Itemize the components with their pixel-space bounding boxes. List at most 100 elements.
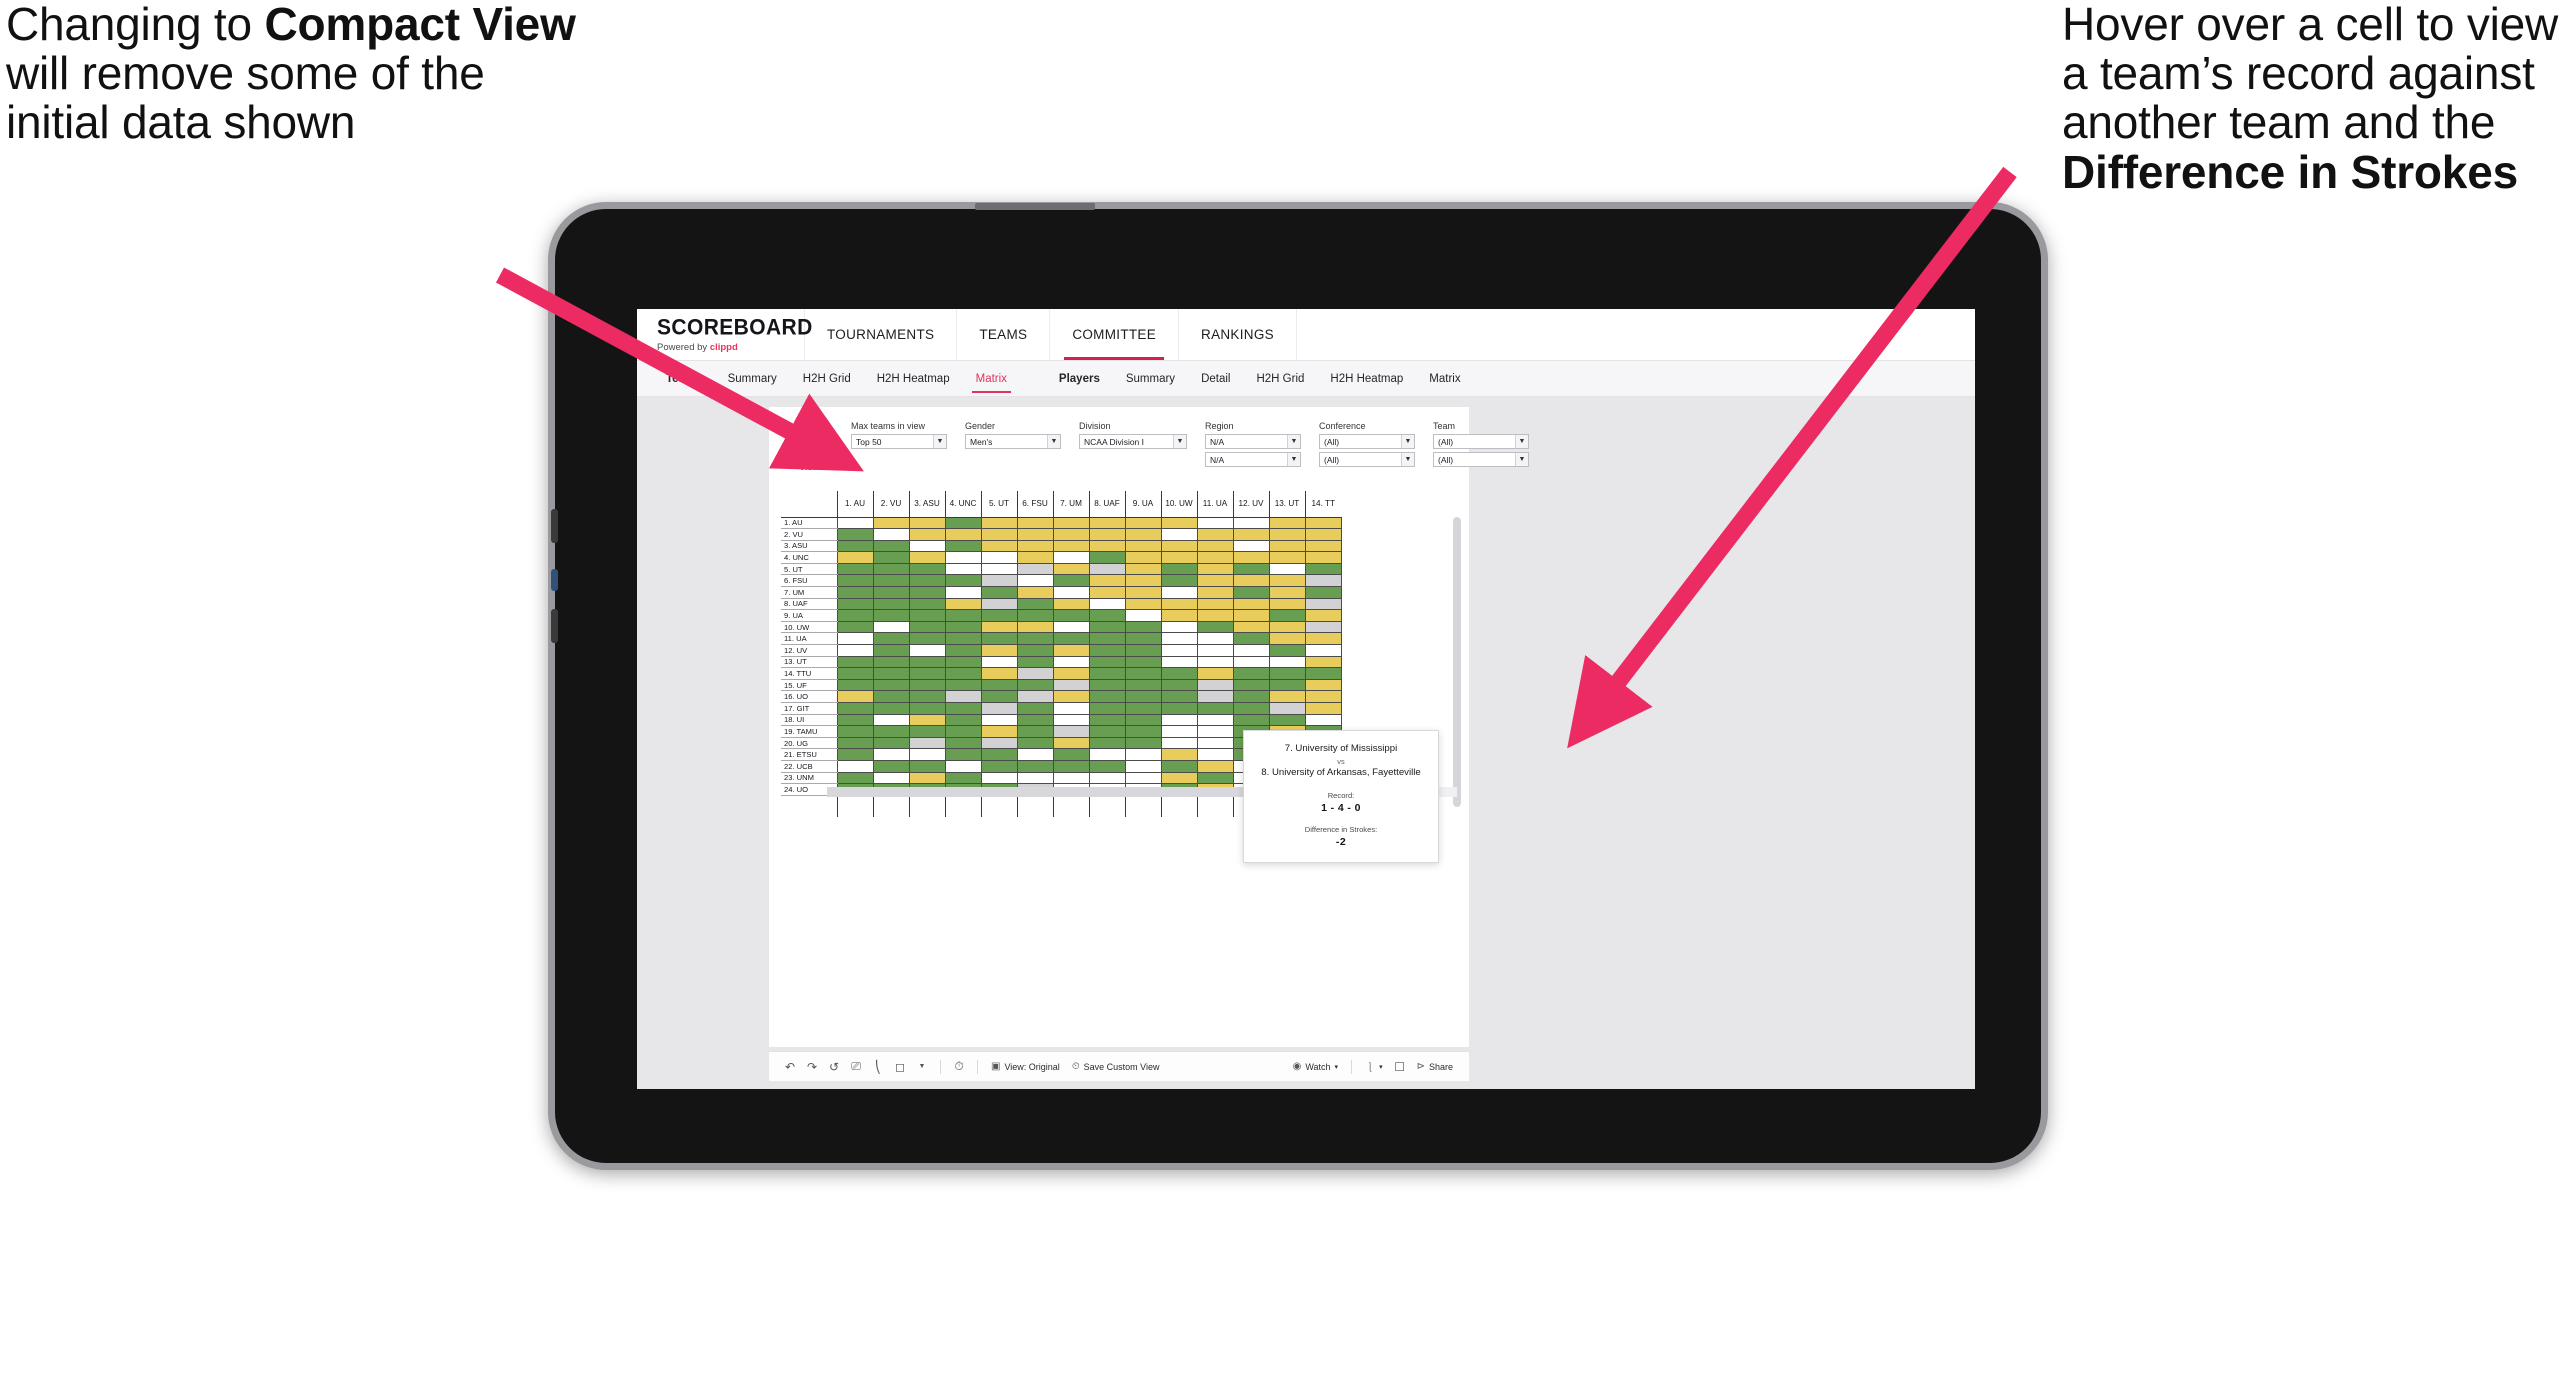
subnav-item-teams-h2h-grid[interactable]: H2H Grid	[790, 367, 864, 391]
matrix-cell[interactable]	[1196, 748, 1234, 761]
matrix-cell[interactable]	[1304, 597, 1342, 611]
matrix-cell[interactable]	[1124, 528, 1162, 541]
subnav-item-players-matrix[interactable]: Matrix	[1416, 367, 1473, 391]
matrix-cell[interactable]	[1196, 562, 1234, 576]
matrix-cell[interactable]	[1088, 586, 1126, 599]
matrix-cell[interactable]	[944, 713, 982, 727]
matrix-cell[interactable]	[1304, 516, 1342, 530]
matrix-cell[interactable]	[1268, 516, 1306, 530]
matrix-cell[interactable]	[1304, 539, 1342, 553]
matrix-cell[interactable]	[1016, 597, 1054, 611]
matrix-cell[interactable]	[836, 702, 874, 715]
matrix-cell[interactable]	[944, 702, 982, 715]
matrix-cell[interactable]	[1268, 655, 1306, 669]
matrix-cell[interactable]	[1304, 574, 1342, 588]
matrix-cell[interactable]	[1016, 690, 1054, 703]
matrix-cell[interactable]	[1052, 574, 1090, 588]
matrix-cell[interactable]	[980, 516, 1018, 530]
matrix-cell[interactable]	[908, 771, 946, 785]
matrix-cell[interactable]	[1088, 702, 1126, 715]
matrix-cell[interactable]	[1160, 597, 1198, 611]
matrix-cell[interactable]	[1016, 771, 1054, 785]
matrix-cell[interactable]	[1160, 678, 1198, 692]
matrix-cell[interactable]	[1232, 690, 1270, 703]
matrix-cell[interactable]	[1016, 702, 1054, 715]
matrix-cell[interactable]	[1196, 759, 1234, 773]
matrix-vertical-scrollbar[interactable]	[1453, 517, 1461, 807]
matrix-cell[interactable]	[980, 574, 1018, 588]
matrix-cell[interactable]	[872, 609, 910, 622]
topnav-item-teams[interactable]: TEAMS	[957, 309, 1051, 360]
matrix-cell[interactable]	[1124, 655, 1162, 669]
matrix-cell[interactable]	[1304, 713, 1342, 727]
matrix-cell[interactable]	[1304, 678, 1342, 692]
matrix-cell[interactable]	[1124, 551, 1162, 564]
matrix-cell[interactable]	[1160, 539, 1198, 553]
matrix-cell[interactable]	[1088, 516, 1126, 530]
matrix-cell[interactable]	[1268, 551, 1306, 564]
matrix-cell[interactable]	[1052, 609, 1090, 622]
matrix-cell[interactable]	[1160, 713, 1198, 727]
matrix-cell[interactable]	[836, 551, 874, 564]
filter-region-select-2[interactable]: N/A ▼	[1205, 452, 1302, 467]
matrix-cell[interactable]	[944, 771, 982, 785]
matrix-cell[interactable]	[872, 539, 910, 553]
matrix-cell[interactable]	[980, 748, 1018, 761]
matrix-cell[interactable]	[1016, 748, 1054, 761]
matrix-cell[interactable]	[1124, 736, 1162, 750]
matrix-cell[interactable]	[908, 736, 946, 750]
matrix-cell[interactable]	[980, 528, 1018, 541]
matrix-cell[interactable]	[836, 620, 874, 634]
matrix-cell[interactable]	[836, 632, 874, 646]
matrix-cell[interactable]	[872, 690, 910, 703]
filter-division-select[interactable]: NCAA Division I ▼	[1079, 434, 1188, 449]
matrix-cell[interactable]	[1016, 736, 1054, 750]
matrix-cell[interactable]	[980, 702, 1018, 715]
matrix-cell[interactable]	[1052, 632, 1090, 646]
matrix-cell[interactable]	[944, 690, 982, 703]
matrix-cell[interactable]	[944, 759, 982, 773]
matrix-cell[interactable]	[944, 586, 982, 599]
matrix-cell[interactable]	[908, 702, 946, 715]
matrix-cell[interactable]	[1232, 562, 1270, 576]
matrix-cell[interactable]	[980, 655, 1018, 669]
subnav-item-teams-h2h-heatmap[interactable]: H2H Heatmap	[864, 367, 963, 391]
matrix-cell[interactable]	[908, 725, 946, 738]
matrix-cell[interactable]	[1304, 586, 1342, 599]
matrix-cell[interactable]	[872, 655, 910, 669]
matrix-cell[interactable]	[872, 586, 910, 599]
matrix-cell[interactable]	[1268, 562, 1306, 576]
matrix-cell[interactable]	[980, 678, 1018, 692]
filter-conference-select-1[interactable]: (All) ▼	[1319, 434, 1416, 449]
matrix-cell[interactable]	[1016, 586, 1054, 599]
matrix-cell[interactable]	[944, 609, 982, 622]
matrix-cell[interactable]	[1052, 759, 1090, 773]
subnav-item-teams-matrix[interactable]: Matrix	[963, 367, 1020, 393]
matrix-cell[interactable]	[1052, 678, 1090, 692]
matrix-cell[interactable]	[980, 620, 1018, 634]
matrix-cell[interactable]	[1016, 655, 1054, 669]
matrix-cell[interactable]	[872, 551, 910, 564]
matrix-cell[interactable]	[1016, 644, 1054, 657]
radio-full-view[interactable]: Full View	[785, 425, 837, 447]
undo-icon[interactable]: ↶	[779, 1056, 801, 1078]
matrix-cell[interactable]	[1196, 771, 1234, 785]
matrix-cell[interactable]	[1088, 748, 1126, 761]
matrix-cell[interactable]	[944, 597, 982, 611]
matrix-cell[interactable]	[908, 539, 946, 553]
matrix-cell[interactable]	[1124, 759, 1162, 773]
matrix-cell[interactable]	[908, 690, 946, 703]
fullscreen-icon[interactable]: ☐	[1389, 1056, 1411, 1078]
matrix-cell[interactable]	[1016, 551, 1054, 564]
matrix-cell[interactable]	[836, 644, 874, 657]
matrix-cell[interactable]	[872, 620, 910, 634]
refresh-data-icon[interactable]: ⎚	[845, 1056, 867, 1078]
matrix-cell[interactable]	[1124, 597, 1162, 611]
matrix-cell[interactable]	[944, 562, 982, 576]
matrix-cell[interactable]	[1124, 725, 1162, 738]
pause-refresh-icon[interactable]: ⎝	[867, 1056, 889, 1078]
matrix-cell[interactable]	[908, 528, 946, 541]
filter-region-select-1[interactable]: N/A ▼	[1205, 434, 1302, 449]
matrix-cell[interactable]	[1016, 620, 1054, 634]
download-button[interactable]: ⎱ ▾	[1359, 1056, 1389, 1077]
